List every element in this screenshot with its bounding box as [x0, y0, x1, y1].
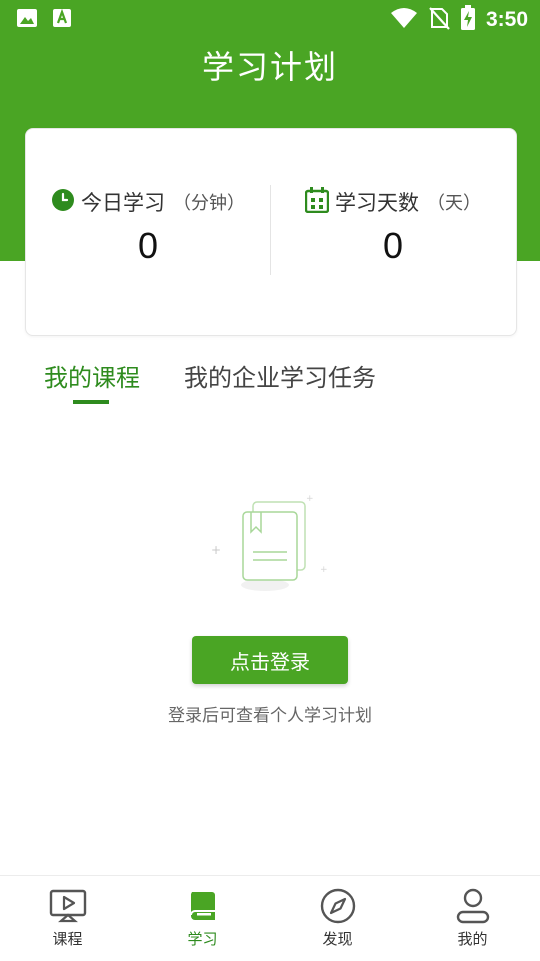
nav-label-courses: 课程	[52, 930, 83, 948]
calendar-icon	[304, 187, 330, 217]
nav-item-courses[interactable]: 课程	[0, 876, 135, 961]
battery-charging-icon	[460, 5, 476, 35]
today-study-label: 今日学习	[81, 191, 165, 215]
image-icon	[16, 8, 38, 32]
compass-icon	[318, 888, 358, 924]
study-days-stat: 学习天数 （天） 0	[271, 187, 515, 267]
tab-my-courses[interactable]: 我的课程	[44, 358, 140, 393]
clock-icon	[51, 188, 75, 216]
study-days-unit: （天）	[427, 193, 481, 214]
nav-item-study[interactable]: 学习	[135, 876, 270, 961]
login-button[interactable]: 点击登录	[192, 636, 348, 684]
tab-enterprise-tasks[interactable]: 我的企业学习任务	[184, 358, 376, 393]
book-icon	[183, 888, 223, 924]
status-time: 3:50	[485, 8, 528, 31]
nav-label-study: 学习	[187, 930, 218, 948]
today-study-value: 0	[137, 225, 159, 266]
wifi-icon	[390, 7, 418, 33]
page-title: 学习计划	[201, 48, 338, 86]
a-letter-icon	[52, 8, 72, 32]
nav-label-mine: 我的	[457, 930, 488, 948]
login-hint: 登录后可查看个人学习计划	[168, 706, 372, 726]
status-bar: 3:50	[0, 0, 540, 36]
nav-item-mine[interactable]: 我的	[405, 876, 540, 961]
active-tab-indicator	[73, 400, 109, 404]
user-icon	[453, 888, 493, 924]
monitor-play-icon	[48, 888, 88, 924]
svg-text:+: +	[320, 565, 328, 575]
study-days-label: 学习天数	[335, 191, 419, 215]
nav-label-discover: 发现	[322, 930, 353, 948]
today-study-unit: （分钟）	[173, 193, 245, 214]
empty-books-icon: + + +	[205, 490, 335, 599]
stats-card: 今日学习 （分钟） 0 学习天数 （天） 0	[25, 128, 517, 336]
today-study-stat: 今日学习 （分钟） 0	[26, 187, 270, 267]
svg-text:+: +	[306, 494, 314, 504]
bottom-nav: 课程 学习 发现 我的	[0, 875, 540, 961]
svg-text:+: +	[211, 543, 221, 557]
study-days-value: 0	[382, 225, 404, 266]
no-sim-icon	[428, 6, 450, 34]
nav-item-discover[interactable]: 发现	[270, 876, 405, 961]
